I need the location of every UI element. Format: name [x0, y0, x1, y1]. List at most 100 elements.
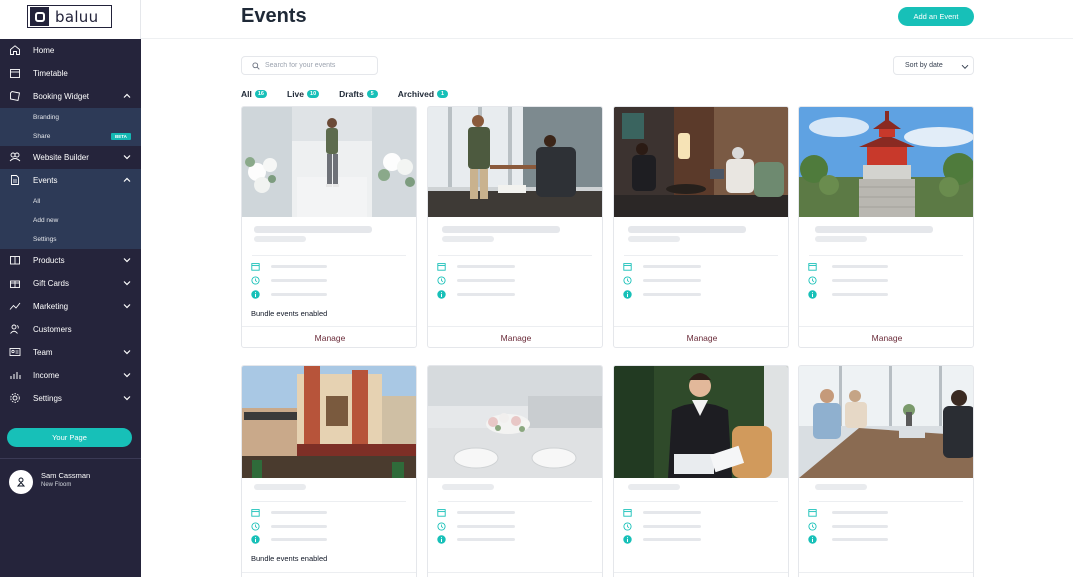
- sidebar-subitem-branding[interactable]: Branding: [0, 108, 141, 127]
- time-placeholder: [643, 279, 701, 282]
- date-placeholder: [271, 265, 327, 268]
- id-card-icon: [9, 348, 21, 356]
- chevron-down-icon[interactable]: [123, 280, 131, 286]
- fashion-runway-photo[interactable]: [242, 107, 416, 217]
- sidebar-item-gift-cards[interactable]: Gift Cards: [0, 272, 141, 295]
- clock-icon: [623, 276, 632, 285]
- event-card[interactable]: Manage: [798, 106, 974, 348]
- sidebar-subitem-share[interactable]: Share BETA: [0, 127, 141, 146]
- clock-icon: [251, 276, 260, 285]
- sidebar-item-team[interactable]: Team: [0, 341, 141, 364]
- user-profile[interactable]: Sam Cassman New Floom: [9, 468, 134, 494]
- theatre-building-photo[interactable]: [242, 366, 416, 478]
- chevron-down-icon[interactable]: [123, 395, 131, 401]
- sidebar-item-income[interactable]: Income: [0, 364, 141, 387]
- tab-drafts[interactable]: Drafts 5: [339, 87, 378, 101]
- manage-button[interactable]: Manage: [614, 333, 788, 343]
- date-placeholder: [457, 265, 515, 268]
- calendar-icon: [623, 263, 632, 271]
- bundle-status: Bundle events enabled: [251, 309, 328, 318]
- manage-button[interactable]: Manage: [242, 333, 416, 343]
- tab-archived[interactable]: Archived 1: [397, 87, 449, 101]
- time-placeholder: [832, 525, 888, 528]
- sidebar-item-label: Events: [33, 176, 58, 185]
- calendar-icon: [623, 509, 632, 517]
- sidebar-subitem-label: Branding: [33, 114, 60, 121]
- tab-all[interactable]: All 16: [241, 87, 267, 101]
- chevron-up-icon[interactable]: [123, 93, 131, 99]
- japanese-temple-photo[interactable]: [799, 107, 973, 217]
- event-card[interactable]: [427, 365, 603, 577]
- tab-label: Archived: [397, 89, 435, 99]
- sidebar-subitem-add-new[interactable]: Add new: [0, 211, 141, 230]
- user-avatar-icon: [16, 477, 26, 487]
- sidebar-item-marketing[interactable]: Marketing: [0, 295, 141, 318]
- chevron-up-icon[interactable]: [123, 177, 131, 183]
- sidebar-item-settings[interactable]: Settings: [0, 387, 141, 410]
- chevron-down-icon[interactable]: [123, 154, 131, 160]
- card-footer-divider: [428, 572, 602, 573]
- sidebar-item-products[interactable]: Products: [0, 249, 141, 272]
- logo-mark-icon: [30, 7, 49, 26]
- sidebar-item-customers[interactable]: Customers: [0, 318, 141, 341]
- info-icon: [251, 535, 260, 544]
- chevron-down-icon[interactable]: [123, 257, 131, 263]
- office-meeting-photo[interactable]: [799, 366, 973, 478]
- event-card[interactable]: Manage: [427, 106, 603, 348]
- sidebar-subitem-settings[interactable]: Settings: [0, 230, 141, 249]
- tab-live[interactable]: Live 10: [287, 87, 320, 101]
- search-box[interactable]: [241, 56, 378, 75]
- sidebar-item-booking-widget[interactable]: Booking Widget: [0, 85, 141, 108]
- chevron-down-icon[interactable]: [123, 303, 131, 309]
- sort-dropdown[interactable]: Sort by date: [893, 56, 974, 75]
- sidebar-item-website-builder[interactable]: Website Builder: [0, 146, 141, 169]
- business-handshake-photo[interactable]: [428, 107, 602, 217]
- sidebar-item-timetable[interactable]: Timetable: [0, 62, 141, 85]
- trend-icon: [9, 302, 21, 310]
- your-page-button[interactable]: Your Page: [7, 428, 132, 447]
- tab-count-badge: 16: [254, 90, 267, 98]
- tab-label: Live: [287, 89, 305, 99]
- clock-icon: [623, 522, 632, 531]
- event-card[interactable]: [613, 365, 789, 577]
- manage-button[interactable]: Manage: [428, 333, 602, 343]
- sidebar-subitem-label: Settings: [33, 236, 57, 243]
- date-placeholder: [643, 265, 701, 268]
- beta-badge: BETA: [111, 133, 131, 140]
- globe-icon: [9, 152, 21, 162]
- card-divider: [438, 501, 592, 502]
- info-icon: [808, 535, 817, 544]
- sidebar-item-label: Booking Widget: [33, 92, 90, 101]
- sidebar-subitem-all[interactable]: All: [0, 192, 141, 211]
- calendar-icon: [808, 263, 817, 271]
- manage-button[interactable]: Manage: [799, 333, 973, 343]
- add-event-button[interactable]: Add an Event: [898, 7, 974, 26]
- event-card[interactable]: Bundle events enabled: [241, 365, 417, 577]
- search-input[interactable]: [265, 62, 375, 69]
- logo-area: baluu: [0, 0, 141, 39]
- event-card[interactable]: Bundle events enabled Manage: [241, 106, 417, 348]
- date-placeholder: [832, 511, 888, 514]
- wedding-table-photo[interactable]: [428, 366, 602, 478]
- title-placeholder: [254, 226, 372, 233]
- info-icon: [437, 535, 446, 544]
- chevron-down-icon: [961, 64, 969, 70]
- sidebar-item-label: Website Builder: [33, 153, 89, 162]
- card-footer-divider: [799, 572, 973, 573]
- clock-icon: [437, 276, 446, 285]
- man-reading-document-photo[interactable]: [614, 366, 788, 478]
- chevron-down-icon[interactable]: [123, 372, 131, 378]
- event-card[interactable]: [798, 365, 974, 577]
- lounge-meeting-photo[interactable]: [614, 107, 788, 217]
- card-divider: [252, 501, 406, 502]
- card-divider: [252, 255, 406, 256]
- sidebar-item-home[interactable]: Home: [0, 39, 141, 62]
- card-divider: [809, 255, 963, 256]
- sidebar-item-events[interactable]: Events: [0, 169, 141, 192]
- sidebar-subitem-label: Add new: [33, 217, 59, 224]
- title-placeholder: [628, 226, 746, 233]
- tab-count-badge: 10: [307, 90, 320, 98]
- chevron-down-icon[interactable]: [123, 349, 131, 355]
- brand-logo[interactable]: baluu: [27, 5, 112, 28]
- event-card[interactable]: Manage: [613, 106, 789, 348]
